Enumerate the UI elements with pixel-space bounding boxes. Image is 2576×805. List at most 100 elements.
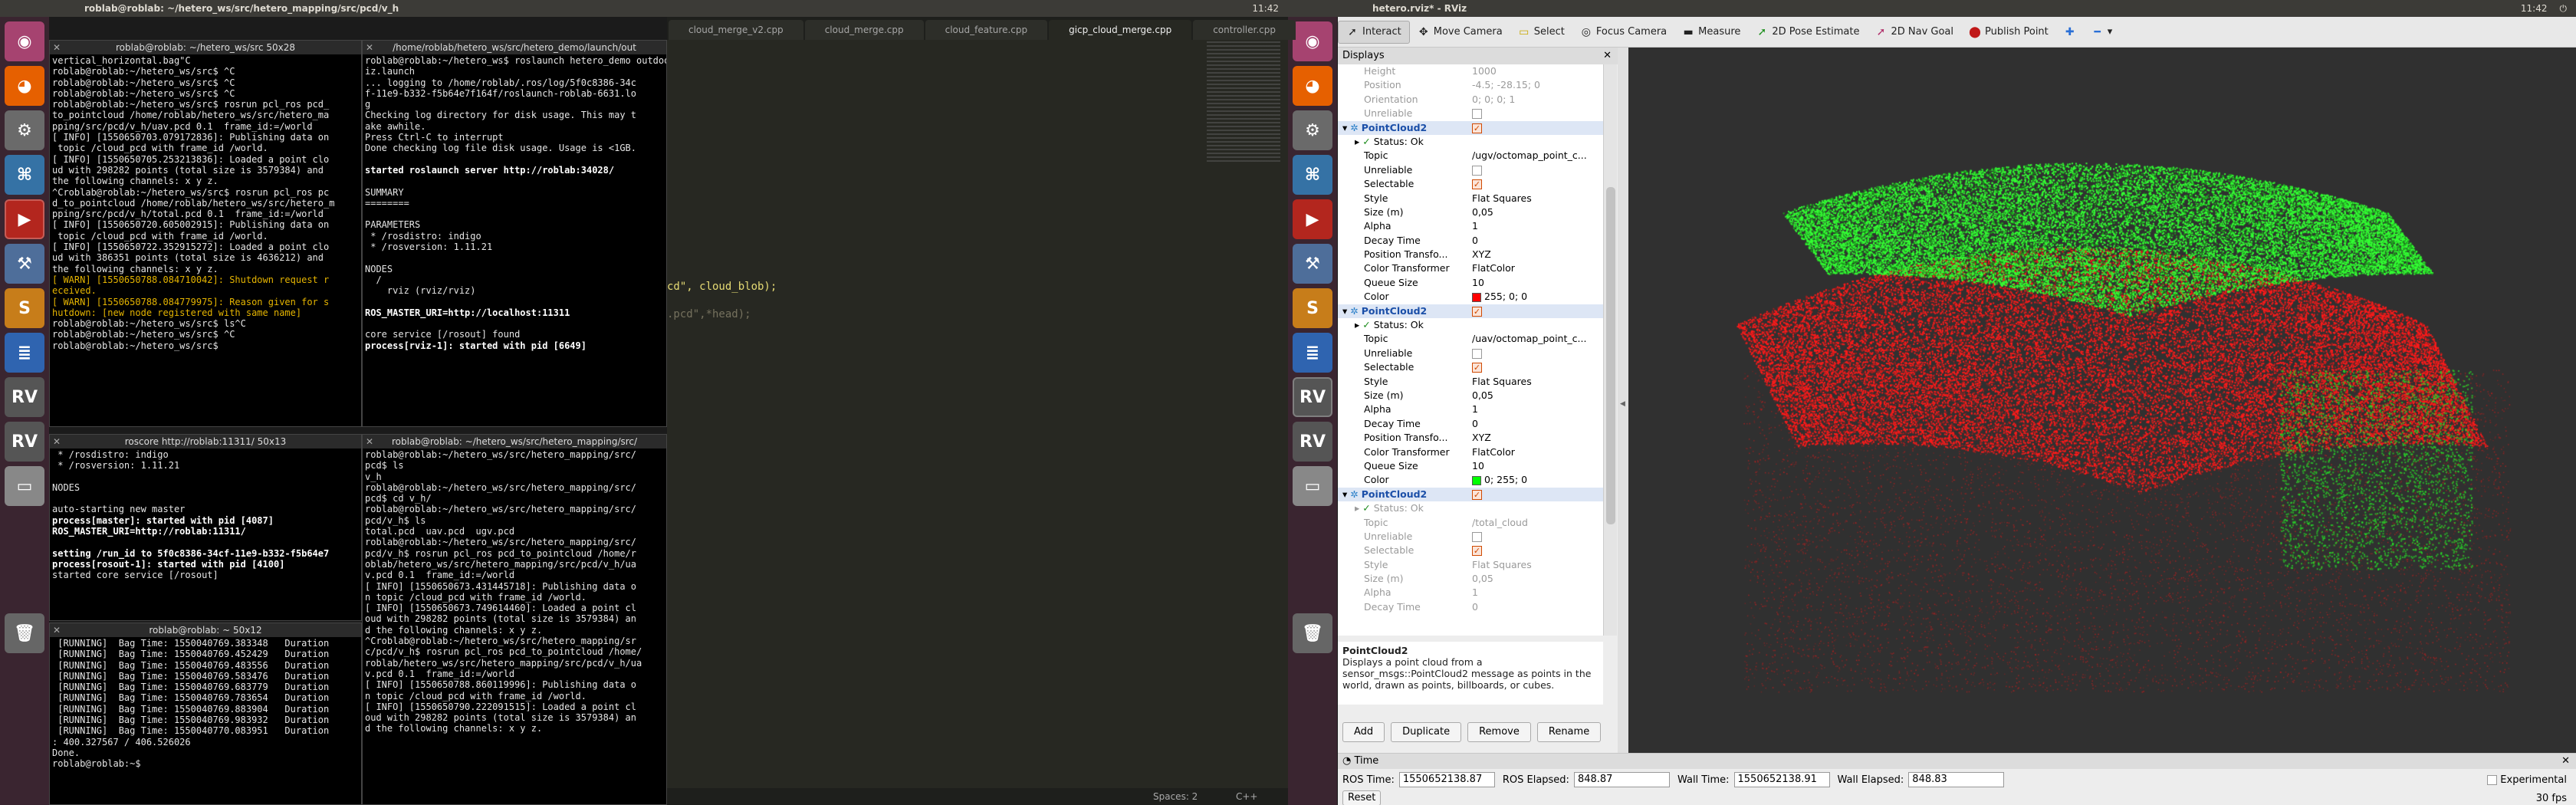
add-tool-button[interactable]: ✚ (2056, 21, 2084, 44)
display-property-row[interactable]: Color 0; 255; 0 (1338, 473, 1603, 487)
property-value[interactable] (1472, 135, 1603, 149)
remove-button[interactable]: Remove (1467, 722, 1531, 742)
experimental-toggle[interactable]: Experimental (2487, 774, 2571, 786)
dash-icon[interactable]: ◉ (1293, 21, 1332, 61)
display-property-row[interactable]: Queue Size 10 (1338, 276, 1603, 290)
add-button[interactable]: Add (1342, 722, 1385, 742)
rviz-icon[interactable]: RV (1293, 422, 1332, 462)
property-value[interactable]: ✓ (1472, 177, 1603, 191)
syntax-setting[interactable]: C++ (1236, 788, 1258, 805)
point-cloud-render[interactable] (1628, 48, 2576, 753)
terminal-title[interactable]: ✕ roblab@roblab: ~/hetero_ws/src/hetero_m… (363, 435, 666, 449)
duplicate-button[interactable]: Duplicate (1391, 722, 1462, 742)
settings-icon[interactable]: ⚙ (5, 110, 44, 150)
python-icon[interactable]: ⌘ (1293, 155, 1332, 195)
property-value[interactable] (1472, 530, 1603, 544)
property-value[interactable]: Flat Squares (1472, 558, 1603, 572)
property-value[interactable]: 10 (1472, 276, 1603, 290)
property-value[interactable]: /total_cloud (1472, 516, 1603, 530)
pose-estimate-tool[interactable]: ➚ 2D Pose Estimate (1748, 21, 1867, 44)
terminal-output[interactable]: vertical_horizontal.bag"C roblab@roblab:~… (50, 54, 361, 352)
wall-elapsed-field[interactable]: 848.83 (1908, 772, 2005, 787)
property-value[interactable]: 10 (1472, 459, 1603, 473)
displays-tree[interactable]: Height 1000 Position -4.5; -28.15; 0 Orienta… (1338, 64, 1603, 636)
display-property-row[interactable]: Decay Time 0 (1338, 234, 1603, 248)
document-icon[interactable]: ≣ (5, 333, 44, 373)
code-line[interactable]: .pcd",*head); (667, 308, 751, 320)
terminal-window-3[interactable]: ✕ roscore http://roblab:11311/ 50x13 * /r… (49, 434, 362, 621)
sublime-icon[interactable]: S (1293, 288, 1332, 328)
display-property-row[interactable]: Queue Size 10 (1338, 459, 1603, 473)
nav-goal-tool[interactable]: ➚ 2D Nav Goal (1867, 21, 1961, 44)
display-property-row[interactable]: Topic/ugv/octomap_point_c... (1338, 149, 1603, 163)
property-value[interactable]: 0,05 (1472, 205, 1603, 219)
wall-time-field[interactable]: 1550652138.91 (1733, 772, 1830, 787)
property-value[interactable]: 0,05 (1472, 572, 1603, 586)
terminal-output[interactable]: roblab@roblab:~/hetero_ws$ roslaunch het… (363, 54, 666, 352)
tab-gicp-cloud-merge[interactable]: gicp_cloud_merge.cpp (1049, 20, 1192, 40)
display-property-row[interactable]: Alpha 1 (1338, 586, 1603, 600)
display-property-row[interactable]: Decay Time 0 (1338, 417, 1603, 431)
display-property-row[interactable]: ▾ ✲ PointCloud2 ✓ (1338, 304, 1603, 319)
panel-splitter[interactable]: ◀ (1618, 48, 1628, 753)
property-value[interactable]: 0 (1472, 600, 1603, 614)
drive-icon[interactable]: ▭ (5, 466, 44, 506)
display-property-row[interactable]: Color Transformer FlatColor (1338, 261, 1603, 275)
terminal-icon[interactable]: ▶ (5, 199, 44, 239)
property-value[interactable]: ✓ (1472, 544, 1603, 557)
display-property-row[interactable]: Color 255; 0; 0 (1338, 290, 1603, 304)
display-property-row[interactable]: Color Transformer FlatColor (1338, 445, 1603, 459)
display-property-row[interactable]: Selectable ✓ (1338, 177, 1603, 191)
rviz-icon[interactable]: RV (1293, 377, 1332, 417)
property-value[interactable]: ✓ (1472, 304, 1603, 318)
display-property-row[interactable]: Style Flat Squares (1338, 558, 1603, 572)
property-value[interactable]: 255; 0; 0 (1472, 290, 1603, 304)
terminal-icon[interactable]: ▶ (1293, 199, 1332, 239)
property-value[interactable]: 0; 255; 0 (1472, 473, 1603, 487)
displays-scrollbar[interactable] (1603, 64, 1617, 636)
display-property-row[interactable]: ▸ ✓ Status: Ok (1338, 135, 1603, 149)
property-value[interactable]: 0,05 (1472, 389, 1603, 402)
display-property-row[interactable]: Style Flat Squares (1338, 192, 1603, 205)
terminal-output[interactable]: [RUNNING] Bag Time: 1550040769.383348 Du… (50, 637, 361, 770)
terminal-title[interactable]: ✕ roblab@roblab: ~/hetero_ws/src 50x28 (50, 41, 361, 54)
display-property-row[interactable]: Decay Time 0 (1338, 600, 1603, 614)
property-value[interactable]: 0; 0; 0; 1 (1472, 93, 1603, 107)
close-icon[interactable]: ✕ (1603, 48, 1612, 64)
property-value[interactable]: 1000 (1472, 64, 1603, 78)
property-value[interactable]: /uav/octomap_point_c... (1472, 332, 1603, 346)
display-property-row[interactable]: ▸ ✓ Status: Ok (1338, 501, 1603, 515)
firefox-icon[interactable]: ◕ (1293, 66, 1332, 106)
trash-icon[interactable]: 🗑 (1293, 613, 1332, 653)
clock-left[interactable]: 11:42 (1252, 3, 1279, 14)
settings-icon[interactable]: ⚙ (1293, 110, 1332, 150)
property-value[interactable] (1472, 347, 1603, 360)
property-value[interactable]: FlatColor (1472, 261, 1603, 275)
terminal-output[interactable]: * /rosdistro: indigo * /rosversion: 1.11… (50, 449, 361, 582)
tab-cloud-merge-v2[interactable]: cloud_merge_v2.cpp (669, 20, 803, 40)
system-settings-icon[interactable]: ⚒ (1293, 244, 1332, 284)
property-value[interactable]: -4.5; -28.15; 0 (1472, 78, 1603, 92)
measure-tool[interactable]: ▬ Measure (1674, 21, 1748, 44)
display-property-row[interactable]: Selectable ✓ (1338, 360, 1603, 374)
display-property-row[interactable]: Size (m) 0,05 (1338, 572, 1603, 586)
property-value[interactable]: ✓ (1472, 121, 1603, 135)
terminal-title[interactable]: ✕ roscore http://roblab:11311/ 50x13 (50, 435, 361, 449)
terminal-output[interactable]: roblab@roblab:~/hetero_ws/src/hetero_map… (363, 449, 666, 735)
display-property-row[interactable]: Position Transfo... XYZ (1338, 248, 1603, 261)
3d-view[interactable] (1628, 48, 2576, 753)
property-value[interactable]: XYZ (1472, 248, 1603, 261)
display-property-row[interactable]: ▾ ✲ PointCloud2 ✓ (1338, 487, 1603, 502)
property-value[interactable]: 0 (1472, 234, 1603, 248)
property-value[interactable]: 1 (1472, 219, 1603, 233)
reset-button[interactable]: Reset (1342, 790, 1382, 805)
move-camera-tool[interactable]: ✥ Move Camera (1410, 21, 1510, 44)
code-editor-window[interactable]: cloud_merge_v2.cpp cloud_merge.cpp cloud… (667, 17, 1296, 805)
property-value[interactable]: XYZ (1472, 431, 1603, 445)
firefox-icon[interactable]: ◕ (5, 66, 44, 106)
focus-camera-tool[interactable]: ◎ Focus Camera (1572, 21, 1674, 44)
code-line[interactable]: cd", cloud_blob); (667, 281, 777, 293)
ros-elapsed-field[interactable]: 848.87 (1573, 772, 1670, 787)
terminal-title[interactable]: ✕/home/roblab/hetero_ws/src/hetero_demo/… (363, 41, 666, 54)
terminal-window-2[interactable]: ✕/home/roblab/hetero_ws/src/hetero_demo/… (362, 40, 667, 427)
